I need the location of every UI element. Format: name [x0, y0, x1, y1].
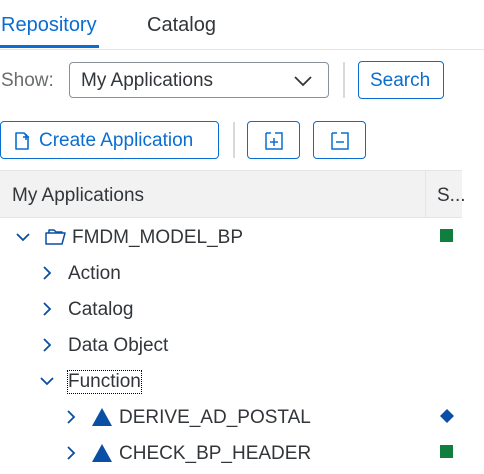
chevron-right-icon[interactable]	[39, 301, 55, 317]
column-divider	[425, 171, 426, 217]
tab-bar: Repository Catalog	[0, 0, 484, 50]
application-folder-icon	[45, 229, 66, 245]
expand-all-button[interactable]	[247, 121, 300, 159]
tree-node-label: Data Object	[68, 335, 169, 356]
collapse-all-button[interactable]	[313, 121, 366, 159]
tree-node-label: CHECK_BP_HEADER	[119, 443, 312, 464]
collapse-all-icon	[331, 132, 349, 150]
tree-node-label: FMDM_MODEL_BP	[72, 227, 244, 248]
chevron-down-icon[interactable]	[15, 229, 31, 245]
tree-node-label: DERIVE_AD_POSTAL	[119, 407, 311, 428]
tree-node-label: Catalog	[68, 299, 134, 320]
function-triangle-icon	[92, 408, 112, 426]
chevron-right-icon[interactable]	[39, 265, 55, 281]
table-header: My Applications S...	[0, 170, 466, 218]
chevron-right-icon[interactable]	[39, 337, 55, 353]
tree-row[interactable]: Action	[0, 255, 484, 291]
column-header-status[interactable]: S...	[437, 185, 466, 207]
function-triangle-icon	[92, 444, 112, 462]
tab-catalog[interactable]: Catalog	[147, 14, 216, 37]
active-tab-indicator	[0, 45, 99, 48]
status-active-indicator	[440, 445, 453, 458]
tree-row[interactable]: FMDM_MODEL_BP	[0, 219, 484, 255]
diamond-status-icon	[440, 409, 454, 423]
tab-repository[interactable]: Repository	[1, 14, 97, 37]
chevron-right-icon[interactable]	[63, 409, 79, 425]
tree-node-label: Action	[68, 263, 121, 284]
chevron-down-icon[interactable]	[39, 373, 55, 389]
toolbar-separator	[343, 62, 345, 98]
toolbar-separator-2	[233, 122, 235, 158]
tree-row[interactable]: DERIVE_AD_POSTAL	[0, 399, 484, 435]
tree-row[interactable]: Data Object	[0, 327, 484, 363]
chevron-right-icon[interactable]	[63, 445, 79, 461]
show-label: Show:	[1, 70, 54, 91]
show-select[interactable]: My Applications	[69, 62, 329, 98]
tree-row[interactable]: Function	[0, 363, 484, 399]
chevron-down-icon	[294, 76, 312, 87]
expand-all-icon	[265, 132, 283, 150]
tree-row[interactable]: CHECK_BP_HEADER	[0, 435, 484, 471]
add-document-icon	[15, 132, 29, 150]
status-active-indicator	[440, 229, 453, 242]
create-application-button[interactable]: Create Application	[0, 121, 219, 159]
tree-row[interactable]: Catalog	[0, 291, 484, 327]
tree-node-label: Function	[67, 370, 142, 394]
search-button[interactable]: Search	[358, 61, 444, 99]
show-select-value: My Applications	[81, 70, 214, 91]
column-header-applications[interactable]: My Applications	[12, 185, 144, 207]
